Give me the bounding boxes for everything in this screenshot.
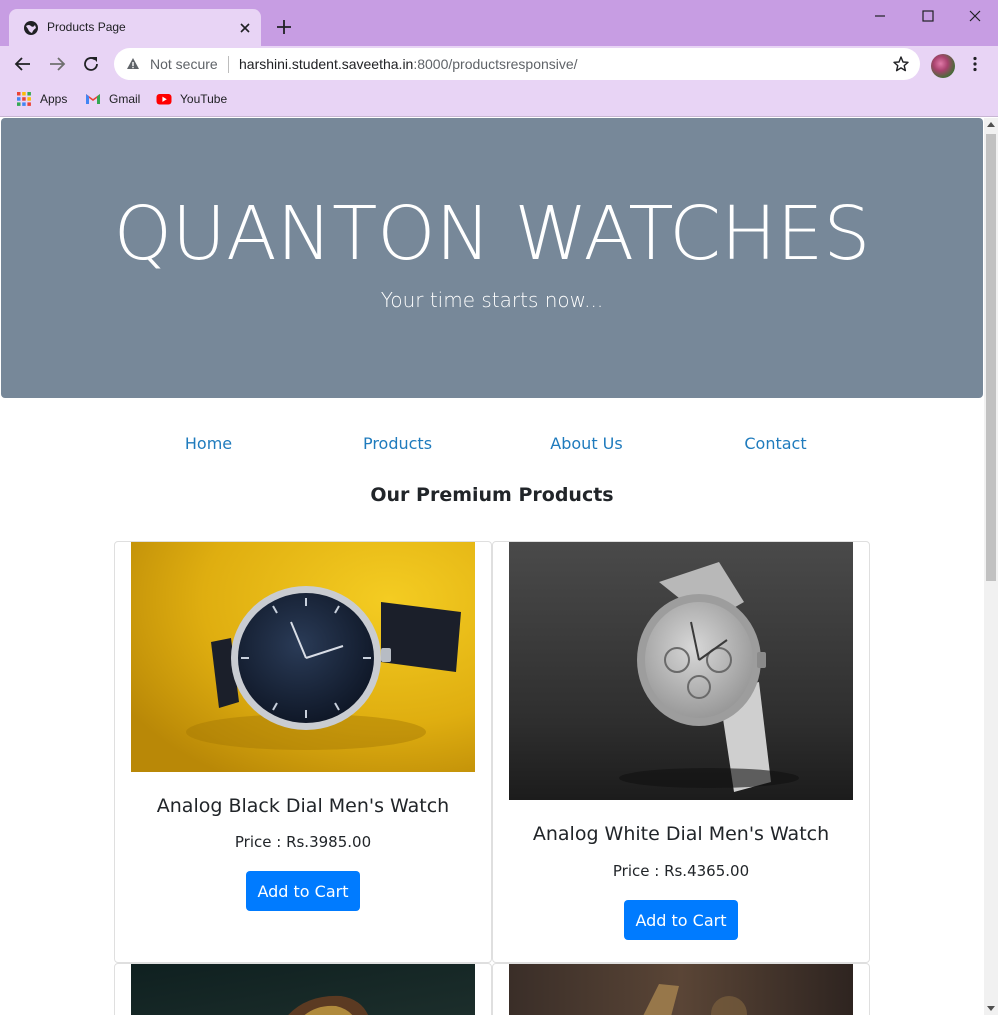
add-to-cart-button[interactable]: Add to Cart <box>624 900 738 940</box>
hero-title: QUANTON WATCHES <box>113 191 871 277</box>
product-card: Analog Black Dial Men's Watch Price : Rs… <box>114 541 492 963</box>
product-card <box>114 963 492 1015</box>
nav-link-about-us[interactable]: About Us <box>492 434 681 453</box>
product-image-black-watch[interactable] <box>131 542 475 772</box>
product-image-white-watch[interactable] <box>509 542 853 800</box>
product-image[interactable] <box>509 964 853 1015</box>
tab-title: Products Page <box>47 20 126 34</box>
more-vertical-icon[interactable] <box>966 55 984 73</box>
address-separator <box>228 56 229 73</box>
window-close-icon[interactable] <box>965 6 985 26</box>
product-card <box>492 963 870 1015</box>
globe-icon <box>24 21 38 35</box>
bookmark-star-icon[interactable] <box>892 55 910 73</box>
hero-banner: QUANTON WATCHES Your time starts now... <box>1 118 983 398</box>
nav-link-products[interactable]: Products <box>303 434 492 453</box>
address-bar[interactable]: Not secure harshini.student.saveetha.in:… <box>114 48 920 80</box>
section-title: Our Premium Products <box>370 484 614 506</box>
url-text[interactable]: harshini.student.saveetha.in:8000/produc… <box>239 56 578 72</box>
maximize-icon[interactable] <box>918 6 938 26</box>
bookmark-youtube-label: YouTube <box>180 92 228 106</box>
youtube-icon <box>156 94 172 105</box>
back-arrow-icon[interactable] <box>12 53 34 75</box>
scroll-up-arrow-icon[interactable] <box>987 122 995 127</box>
nav-link-home[interactable]: Home <box>114 434 303 453</box>
scroll-down-arrow-icon[interactable] <box>987 1006 995 1011</box>
scroll-thumb[interactable] <box>986 134 996 581</box>
vertical-scrollbar[interactable] <box>984 118 998 1015</box>
nav-link-contact[interactable]: Contact <box>681 434 870 453</box>
close-tab-icon[interactable] <box>237 20 253 36</box>
warning-icon[interactable] <box>126 57 140 71</box>
bookmark-apps-label: Apps <box>40 92 68 106</box>
product-price: Price : Rs.3985.00 <box>234 833 372 851</box>
product-name: Analog White Dial Men's Watch <box>532 823 830 845</box>
bookmark-gmail-label: Gmail <box>109 92 141 106</box>
bookmarks-bar: Apps Gmail YouTube <box>0 82 998 117</box>
product-card: Analog White Dial Men's Watch Price : Rs… <box>492 541 870 963</box>
bookmark-gmail[interactable]: Gmail <box>85 90 140 108</box>
forward-arrow-icon[interactable] <box>46 53 68 75</box>
url-path: :8000/productsresponsive/ <box>413 56 578 72</box>
browser-tab[interactable]: Products Page <box>9 9 261 46</box>
page-viewport: QUANTON WATCHES Your time starts now... … <box>0 118 984 1015</box>
apps-grid-icon <box>17 92 31 106</box>
security-label[interactable]: Not secure <box>150 56 218 72</box>
product-name: Analog Black Dial Men's Watch <box>156 795 450 817</box>
product-price: Price : Rs.4365.00 <box>612 862 750 880</box>
new-tab-icon[interactable] <box>274 17 294 37</box>
product-image[interactable] <box>131 964 475 1015</box>
gmail-icon <box>86 94 100 104</box>
hero-subtitle: Your time starts now... <box>380 288 604 312</box>
profile-avatar[interactable] <box>931 54 955 78</box>
add-to-cart-button[interactable]: Add to Cart <box>246 871 360 911</box>
browser-toolbar: Not secure harshini.student.saveetha.in:… <box>0 46 998 82</box>
browser-titlebar: Products Page <box>0 0 998 46</box>
bookmark-apps[interactable]: Apps <box>16 90 67 108</box>
bookmark-youtube[interactable]: YouTube <box>156 90 227 108</box>
url-host: harshini.student.saveetha.in <box>239 56 414 72</box>
minimize-icon[interactable] <box>870 6 890 26</box>
reload-icon[interactable] <box>80 53 102 75</box>
site-nav: Home Products About Us Contact <box>114 434 870 458</box>
